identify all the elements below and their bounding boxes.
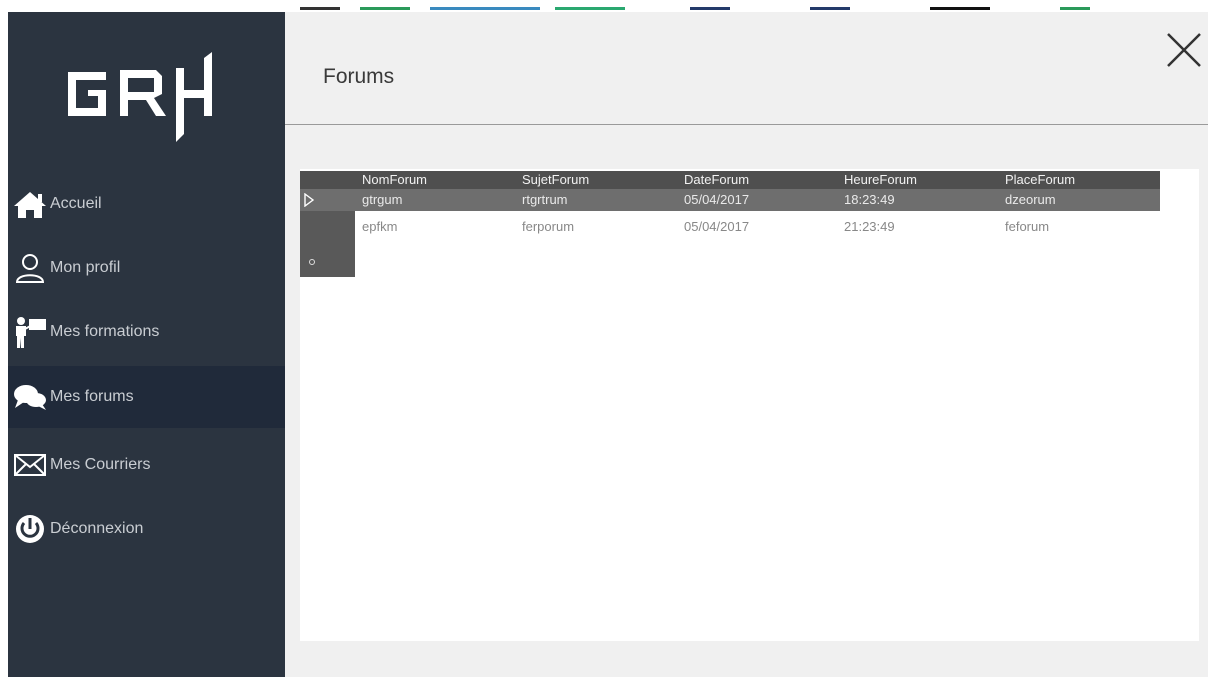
- sidebar-item-label: Accueil: [50, 195, 102, 212]
- sidebar-item-mes-courriers[interactable]: Mes Courriers: [8, 434, 285, 496]
- table-cell[interactable]: gtrgum: [362, 192, 402, 207]
- table-cell[interactable]: 05/04/2017: [684, 219, 749, 234]
- close-icon[interactable]: [1164, 30, 1204, 70]
- new-row-header[interactable]: [300, 211, 355, 277]
- table-cell[interactable]: rtgrtrum: [522, 192, 568, 207]
- sidebar-item-deconnexion[interactable]: Déconnexion: [8, 498, 285, 560]
- home-icon: [14, 192, 46, 218]
- sidebar-item-label: Mon profil: [50, 259, 121, 276]
- table-row[interactable]: gtrgum rtgrtrum 05/04/2017 18:23:49 dzeo…: [300, 189, 1160, 211]
- sidebar-item-label: Déconnexion: [50, 520, 144, 537]
- page-title: Forums: [323, 65, 395, 88]
- forums-grid[interactable]: NomForum SujetForum DateForum HeureForum…: [300, 171, 1160, 241]
- sidebar-item-mon-profil[interactable]: Mon profil: [8, 237, 285, 299]
- sidebar-item-mes-forums[interactable]: Mes forums: [8, 366, 285, 428]
- column-header-placeforum[interactable]: PlaceForum: [1005, 172, 1075, 187]
- table-cell[interactable]: 18:23:49: [844, 192, 895, 207]
- window-top-strip: [0, 0, 1208, 12]
- chat-bubbles-icon: [14, 385, 46, 410]
- envelope-icon: [14, 454, 46, 476]
- table-cell[interactable]: epfkm: [362, 219, 397, 234]
- sidebar-item-label: Mes Courriers: [50, 456, 151, 473]
- column-header-heureforum[interactable]: HeureForum: [844, 172, 917, 187]
- table-row[interactable]: epfkm ferporum 05/04/2017 21:23:49 fefor…: [300, 211, 1160, 241]
- sidebar-item-mes-formations[interactable]: Mes formations: [8, 301, 285, 363]
- power-icon: [16, 515, 44, 543]
- table-cell[interactable]: dzeorum: [1005, 192, 1056, 207]
- user-icon: [15, 254, 45, 283]
- table-cell[interactable]: feforum: [1005, 219, 1049, 234]
- forums-grid-panel: NomForum SujetForum DateForum HeureForum…: [300, 169, 1199, 641]
- sidebar: Accueil Mon profil Mes formations Mes fo…: [8, 12, 285, 677]
- column-header-nomforum[interactable]: NomForum: [362, 172, 427, 187]
- column-header-sujetforum[interactable]: SujetForum: [522, 172, 589, 187]
- row-selector-arrow-icon: [304, 193, 314, 207]
- sidebar-item-label: Mes formations: [50, 323, 160, 340]
- teacher-icon: [16, 317, 46, 348]
- column-header-dateforum[interactable]: DateForum: [684, 172, 749, 187]
- table-cell[interactable]: 21:23:49: [844, 219, 895, 234]
- table-cell[interactable]: ferporum: [522, 219, 574, 234]
- title-divider: [285, 124, 1208, 125]
- sidebar-item-label: Mes forums: [50, 388, 134, 405]
- main-panel: Forums NomForum SujetForum DateForum Heu…: [285, 12, 1208, 677]
- new-row-icon: [309, 259, 315, 265]
- grid-header: NomForum SujetForum DateForum HeureForum…: [300, 171, 1160, 189]
- sidebar-item-accueil[interactable]: Accueil: [8, 173, 285, 235]
- grh-logo: [68, 52, 212, 142]
- table-cell[interactable]: 05/04/2017: [684, 192, 749, 207]
